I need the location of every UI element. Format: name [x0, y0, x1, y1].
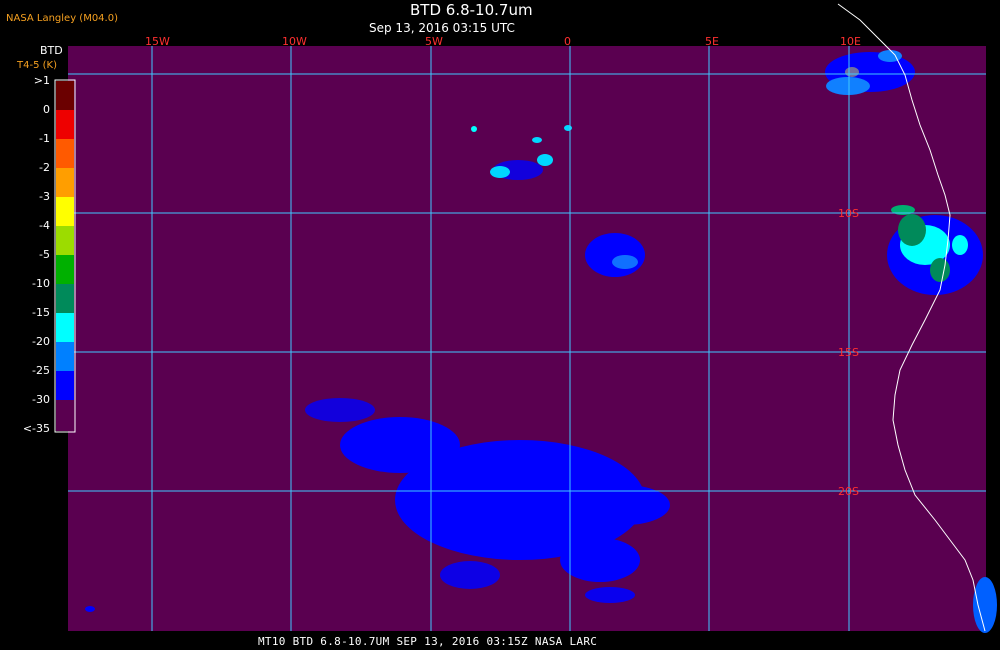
- colorbar-swatch: [56, 371, 74, 400]
- lon-label: 15W: [145, 35, 170, 48]
- colorbar-swatch: [56, 255, 74, 284]
- colorbar-tick: -10: [32, 277, 50, 290]
- colorbar-tick: >1: [33, 74, 50, 87]
- colorbar-swatch: [56, 342, 74, 371]
- lat-label: 10S: [838, 207, 859, 220]
- colorbar-tick: -4: [39, 219, 50, 232]
- colorbar-swatch: [56, 168, 74, 197]
- lat-label: 15S: [838, 346, 859, 359]
- colorbar-swatch: [56, 400, 74, 431]
- image-timestamp: Sep 13, 2016 03:15 UTC: [369, 21, 515, 35]
- colorbar-swatch: [56, 284, 74, 313]
- footer-caption: MT10 BTD 6.8-10.7UM SEP 13, 2016 03:15Z …: [258, 635, 598, 648]
- colorbar-tick: -5: [39, 248, 50, 261]
- lon-label: 10E: [840, 35, 861, 48]
- colorbar-tick: -3: [39, 190, 50, 203]
- colorbar: [54, 79, 76, 433]
- lon-label: 10W: [282, 35, 307, 48]
- source-label: NASA Langley (M04.0): [6, 13, 118, 24]
- colorbar-tick: 0: [43, 103, 50, 116]
- colorbar-swatch: [56, 139, 74, 168]
- satellite-image-viewer: 15W 10W 5W 0 5E 10E 10S 15S 20S NASA Lan…: [0, 0, 1000, 650]
- colorbar-tick: <-35: [22, 422, 50, 435]
- btd-map: 15W 10W 5W 0 5E 10E 10S 15S 20S: [54, 3, 997, 633]
- colorbar-title: BTD: [40, 44, 63, 57]
- colorbar-swatch: [56, 226, 74, 255]
- lon-label: 5W: [425, 35, 443, 48]
- colorbar-tick: -1: [39, 132, 50, 145]
- lat-label: 20S: [838, 485, 859, 498]
- colorbar-tick: -20: [32, 335, 50, 348]
- colorbar-tick: -15: [32, 306, 50, 319]
- colorbar-tick: -2: [39, 161, 50, 174]
- lon-label: 0: [564, 35, 571, 48]
- colorbar-units: T4-5 (K): [17, 60, 57, 71]
- colorbar-tick: -30: [32, 393, 50, 406]
- colorbar-tick: -25: [32, 364, 50, 377]
- colorbar-swatch: [56, 110, 74, 139]
- colorbar-swatch: [56, 197, 74, 226]
- colorbar-swatch: [56, 81, 74, 110]
- colorbar-swatch: [56, 313, 74, 342]
- image-title: BTD 6.8-10.7um: [410, 1, 533, 19]
- lon-label: 5E: [705, 35, 719, 48]
